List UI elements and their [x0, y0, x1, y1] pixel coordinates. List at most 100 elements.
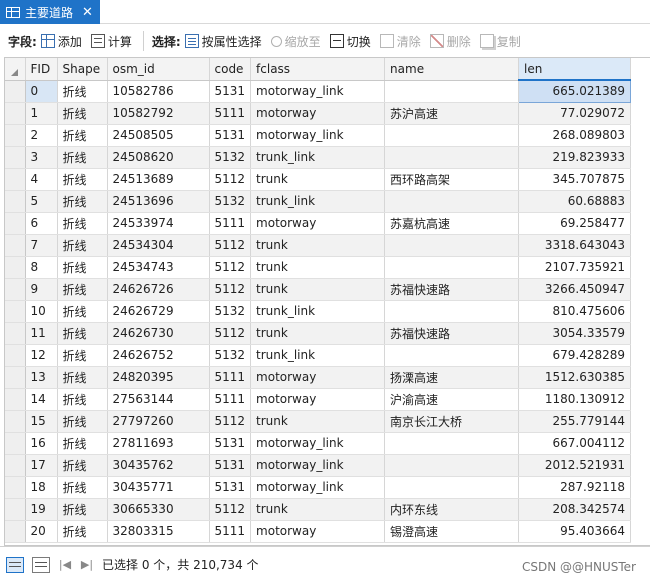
cell-osm-id[interactable]: 10582786 [107, 80, 210, 103]
column-header-shape[interactable]: Shape [57, 58, 108, 81]
cell-len[interactable]: 219.823933 [518, 146, 632, 169]
cell-len[interactable]: 1512.630385 [518, 366, 632, 389]
cell-code[interactable]: 5112 [209, 234, 252, 257]
table-row[interactable]: 6 折线 24533974 5111 motorway 苏嘉杭高速 69.258477 [5, 212, 632, 235]
cell-fclass[interactable]: trunk [250, 278, 386, 301]
cell-name[interactable]: 内环东线 [384, 498, 520, 521]
table-row[interactable]: 16 折线 27811693 5131 motorway_link 667.004112 [5, 432, 632, 455]
add-field-button[interactable]: 添加 [40, 33, 82, 50]
cell-name[interactable] [384, 234, 520, 257]
cell-osm-id[interactable]: 27797260 [107, 410, 210, 433]
table-row[interactable]: 2 折线 24508505 5131 motorway_link 268.089803 [5, 124, 632, 147]
cell-fclass[interactable]: motorway_link [250, 432, 386, 455]
cell-name[interactable] [384, 432, 520, 455]
cell-name[interactable]: 扬溧高速 [384, 366, 520, 389]
column-header-code[interactable]: code [209, 58, 252, 81]
cell-fclass[interactable]: trunk [250, 498, 386, 521]
row-selector[interactable] [5, 366, 26, 389]
cell-osm-id[interactable]: 24626726 [107, 278, 210, 301]
cell-shape[interactable]: 折线 [57, 388, 108, 411]
cell-len[interactable]: 3054.33579 [518, 322, 632, 345]
cell-osm-id[interactable]: 27563144 [107, 388, 210, 411]
last-record-icon[interactable]: ▶| [80, 558, 94, 571]
row-selector[interactable] [5, 146, 26, 169]
cell-shape[interactable]: 折线 [57, 300, 108, 323]
cell-fid[interactable]: 19 [25, 498, 58, 521]
cell-fid[interactable]: 10 [25, 300, 58, 323]
cell-len[interactable]: 268.089803 [518, 124, 632, 147]
table-row[interactable]: 9 折线 24626726 5112 trunk 苏福快速路 3266.450947 [5, 278, 632, 301]
cell-shape[interactable]: 折线 [57, 168, 108, 191]
table-row[interactable]: 14 折线 27563144 5111 motorway 沪渝高速 1180.130912 [5, 388, 632, 411]
cell-name[interactable] [384, 146, 520, 169]
cell-code[interactable]: 5111 [209, 520, 252, 543]
table-row[interactable]: 11 折线 24626730 5112 trunk 苏福快速路 3054.33579 [5, 322, 632, 345]
cell-fid[interactable]: 9 [25, 278, 58, 301]
cell-fclass[interactable]: trunk [250, 322, 386, 345]
cell-code[interactable]: 5112 [209, 256, 252, 279]
table-row[interactable]: 17 折线 30435762 5131 motorway_link 2012.521931 [5, 454, 632, 477]
cell-code[interactable]: 5132 [209, 190, 252, 213]
cell-fid[interactable]: 5 [25, 190, 58, 213]
row-selector[interactable] [5, 80, 26, 103]
table-row[interactable]: 15 折线 27797260 5112 trunk 南京长江大桥 255.779144 [5, 410, 632, 433]
cell-shape[interactable]: 折线 [57, 432, 108, 455]
cell-len[interactable]: 208.342574 [518, 498, 632, 521]
cell-code[interactable]: 5132 [209, 344, 252, 367]
cell-len[interactable]: 667.004112 [518, 432, 632, 455]
cell-name[interactable] [384, 300, 520, 323]
table-row[interactable]: 19 折线 30665330 5112 trunk 内环东线 208.342574 [5, 498, 632, 521]
table-row[interactable]: 20 折线 32803315 5111 motorway 锡澄高速 95.403664 [5, 520, 632, 543]
cell-osm-id[interactable]: 30435762 [107, 454, 210, 477]
cell-len[interactable]: 3266.450947 [518, 278, 632, 301]
cell-name[interactable]: 苏嘉杭高速 [384, 212, 520, 235]
row-selector[interactable] [5, 300, 26, 323]
cell-len[interactable]: 255.779144 [518, 410, 632, 433]
cell-fclass[interactable]: motorway_link [250, 80, 386, 103]
table-row[interactable]: 8 折线 24534743 5112 trunk 2107.735921 [5, 256, 632, 279]
cell-fclass[interactable]: trunk_link [250, 146, 386, 169]
show-selected-records-icon[interactable] [32, 556, 50, 573]
cell-fid[interactable]: 11 [25, 322, 58, 345]
cell-fid[interactable]: 20 [25, 520, 58, 543]
cell-shape[interactable]: 折线 [57, 520, 108, 543]
cell-osm-id[interactable]: 24626752 [107, 344, 210, 367]
cell-fclass[interactable]: motorway [250, 520, 386, 543]
cell-name[interactable] [384, 124, 520, 147]
cell-osm-id[interactable]: 24626730 [107, 322, 210, 345]
cell-shape[interactable]: 折线 [57, 278, 108, 301]
cell-name[interactable] [384, 256, 520, 279]
cell-len[interactable]: 810.475606 [518, 300, 632, 323]
row-selector[interactable] [5, 212, 26, 235]
cell-shape[interactable]: 折线 [57, 454, 108, 477]
cell-code[interactable]: 5131 [209, 80, 252, 103]
table-row[interactable]: 18 折线 30435771 5131 motorway_link 287.92118 [5, 476, 632, 499]
tab-main-roads[interactable]: 主要道路 ✕ [0, 0, 100, 24]
cell-osm-id[interactable]: 24534304 [107, 234, 210, 257]
zoom-to-button[interactable]: 缩放至 [270, 33, 321, 50]
cell-shape[interactable]: 折线 [57, 212, 108, 235]
row-selector[interactable] [5, 344, 26, 367]
column-header-fclass[interactable]: fclass [250, 58, 386, 81]
cell-name[interactable] [384, 190, 520, 213]
cell-osm-id[interactable]: 27811693 [107, 432, 210, 455]
cell-fid[interactable]: 13 [25, 366, 58, 389]
cell-code[interactable]: 5111 [209, 366, 252, 389]
cell-shape[interactable]: 折线 [57, 102, 108, 125]
cell-shape[interactable]: 折线 [57, 256, 108, 279]
cell-code[interactable]: 5132 [209, 146, 252, 169]
table-row[interactable]: 4 折线 24513689 5112 trunk 西环路高架 345.707875 [5, 168, 632, 191]
cell-len[interactable]: 287.92118 [518, 476, 632, 499]
row-selector[interactable] [5, 102, 26, 125]
cell-osm-id[interactable]: 24533974 [107, 212, 210, 235]
cell-osm-id[interactable]: 24626729 [107, 300, 210, 323]
row-selector[interactable] [5, 498, 26, 521]
cell-fid[interactable]: 15 [25, 410, 58, 433]
cell-fclass[interactable]: trunk [250, 234, 386, 257]
row-selector[interactable] [5, 124, 26, 147]
row-selector[interactable] [5, 520, 26, 543]
row-selector[interactable] [5, 234, 26, 257]
cell-fid[interactable]: 14 [25, 388, 58, 411]
cell-shape[interactable]: 折线 [57, 498, 108, 521]
table-row[interactable]: 12 折线 24626752 5132 trunk_link 679.428289 [5, 344, 632, 367]
